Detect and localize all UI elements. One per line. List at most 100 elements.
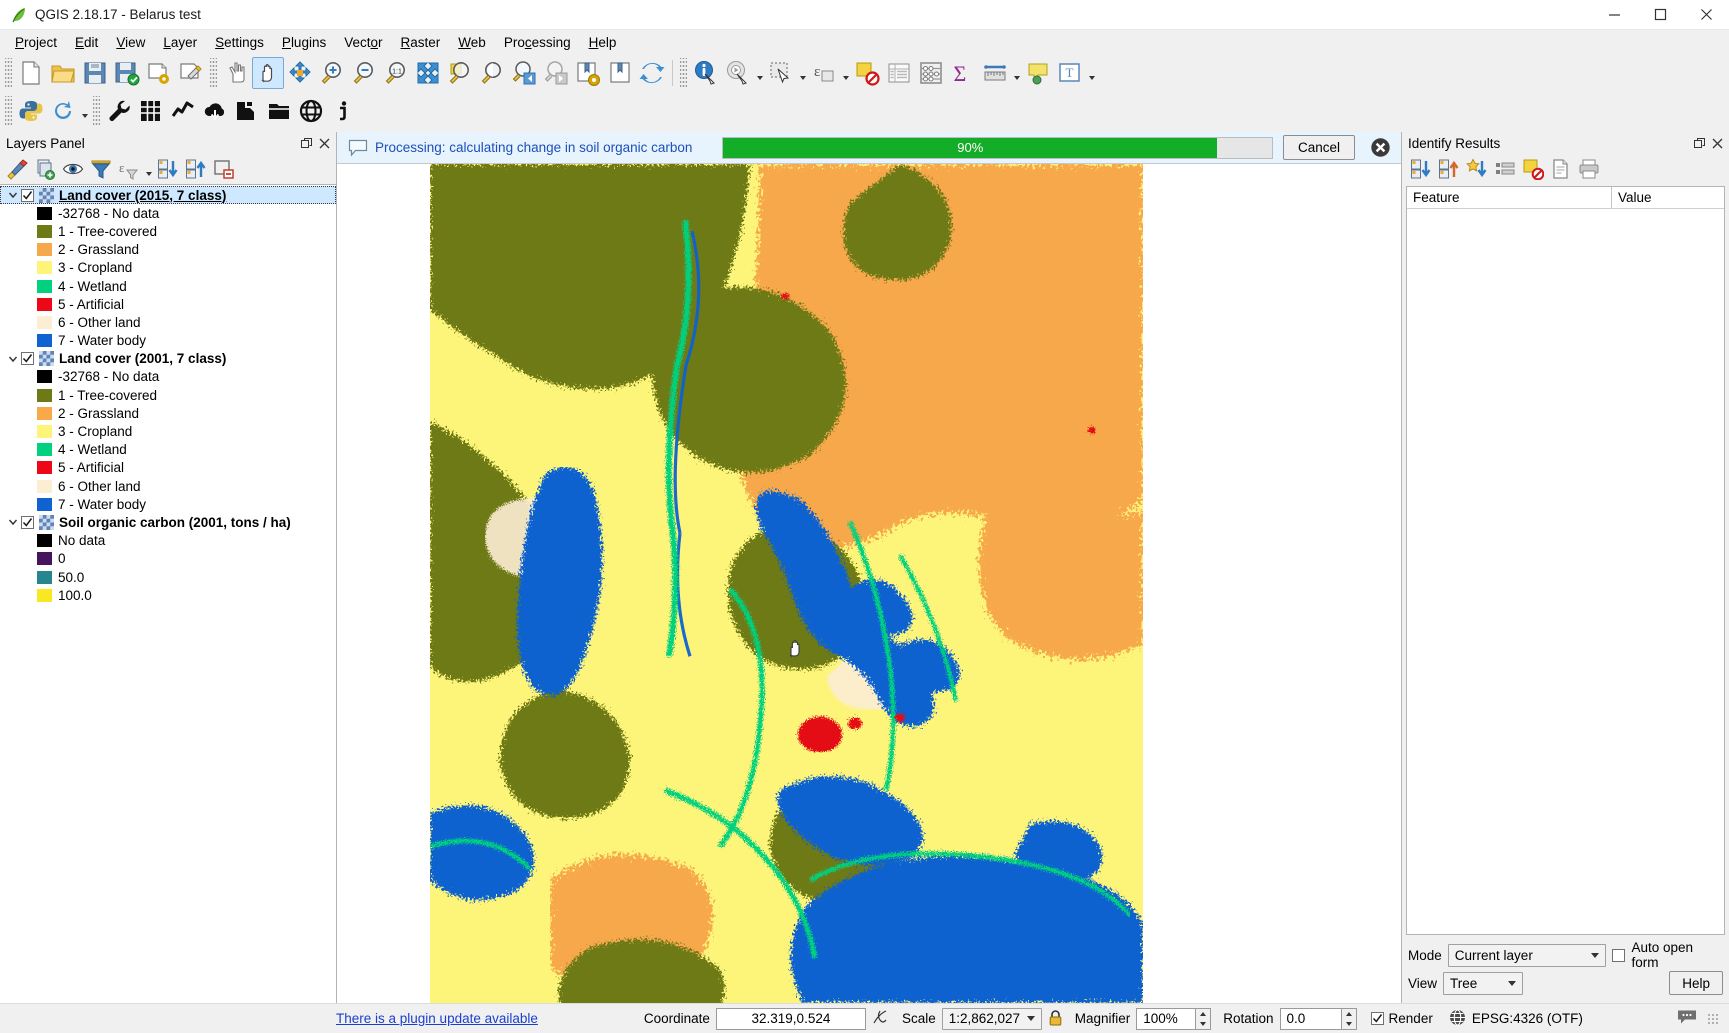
map-canvas-wrapper[interactable] bbox=[337, 164, 1401, 1003]
legend-class-row[interactable]: 6 - Other land bbox=[0, 313, 336, 331]
folder-tool-button[interactable] bbox=[263, 95, 295, 127]
identify-results-table[interactable]: Feature Value bbox=[1406, 186, 1725, 935]
zoom-to-selection-button[interactable] bbox=[444, 57, 476, 89]
zoom-in-button[interactable] bbox=[316, 57, 348, 89]
layer-row[interactable]: Land cover (2015, 7 class) bbox=[0, 186, 336, 204]
chevron-down-icon[interactable] bbox=[143, 153, 154, 185]
legend-class-row[interactable]: 100.0 bbox=[0, 586, 336, 604]
select-by-expression-button[interactable]: ε bbox=[808, 57, 840, 89]
manage-map-themes-button[interactable] bbox=[59, 156, 87, 182]
legend-class-row[interactable]: 7 - Water body bbox=[0, 332, 336, 350]
zoom-native-button[interactable]: 1:1 bbox=[380, 57, 412, 89]
layers-tree[interactable]: Land cover (2015, 7 class)-32768 - No da… bbox=[0, 184, 336, 1003]
processing-toolbox-button[interactable] bbox=[103, 95, 135, 127]
menu-project[interactable]: Project bbox=[6, 32, 66, 53]
expand-new-results-button[interactable] bbox=[1407, 156, 1435, 182]
legend-class-row[interactable]: 6 - Other land bbox=[0, 477, 336, 495]
menu-help[interactable]: Help bbox=[580, 32, 626, 53]
new-project-button[interactable] bbox=[15, 57, 47, 89]
scale-select[interactable]: 1:2,862,027 bbox=[942, 1008, 1042, 1030]
refresh-button[interactable] bbox=[636, 57, 668, 89]
legend-class-row[interactable]: -32768 - No data bbox=[0, 204, 336, 222]
filter-legend-button[interactable] bbox=[87, 156, 115, 182]
legend-class-row[interactable]: 5 - Artificial bbox=[0, 295, 336, 313]
chevron-down-icon[interactable] bbox=[1086, 57, 1097, 89]
add-group-button[interactable] bbox=[31, 156, 59, 182]
new-print-composer-button[interactable] bbox=[143, 57, 175, 89]
toolbar-grip[interactable] bbox=[93, 96, 100, 126]
open-project-button[interactable] bbox=[47, 57, 79, 89]
remove-layer-button[interactable] bbox=[210, 156, 238, 182]
minimize-button[interactable] bbox=[1591, 0, 1637, 30]
legend-class-row[interactable]: No data bbox=[0, 532, 336, 550]
zoom-out-button[interactable] bbox=[348, 57, 380, 89]
clear-results-button[interactable] bbox=[1519, 156, 1547, 182]
info-tool-button[interactable] bbox=[327, 95, 359, 127]
copy-page-icon-button[interactable] bbox=[1547, 156, 1575, 182]
legend-class-row[interactable]: 4 - Wetland bbox=[0, 277, 336, 295]
map-tips-button[interactable] bbox=[1022, 57, 1054, 89]
expand-star-icon-button[interactable] bbox=[1463, 156, 1491, 182]
collapse-tree-up-icon-button[interactable] bbox=[1435, 156, 1463, 182]
magnifier-spin-buttons[interactable] bbox=[1196, 1008, 1211, 1030]
legend-class-row[interactable]: 3 - Cropland bbox=[0, 259, 336, 277]
list-format-icon-button[interactable] bbox=[1491, 156, 1519, 182]
rotation-input[interactable]: 0.0 bbox=[1280, 1008, 1342, 1030]
statistical-summary-button[interactable]: Σ bbox=[947, 57, 979, 89]
python-console-button[interactable] bbox=[15, 95, 47, 127]
layer-visibility-checkbox[interactable] bbox=[21, 516, 34, 529]
profile-tool-button[interactable] bbox=[167, 95, 199, 127]
legend-class-row[interactable]: -32768 - No data bbox=[0, 368, 336, 386]
menu-view[interactable]: View bbox=[107, 32, 154, 53]
deselect-features-button[interactable] bbox=[851, 57, 883, 89]
legend-class-row[interactable]: 2 - Grassland bbox=[0, 404, 336, 422]
open-attribute-table-button[interactable] bbox=[883, 57, 915, 89]
raster-calculator-button[interactable] bbox=[135, 95, 167, 127]
plugin-update-link[interactable]: There is a plugin update available bbox=[336, 1011, 538, 1026]
composer-manager-button[interactable] bbox=[175, 57, 207, 89]
render-checkbox[interactable] bbox=[1371, 1012, 1384, 1025]
rotation-spin-buttons[interactable] bbox=[1342, 1008, 1357, 1030]
chevron-down-icon[interactable] bbox=[840, 57, 851, 89]
layer-visibility-checkbox[interactable] bbox=[21, 189, 34, 202]
auto-open-form-checkbox[interactable] bbox=[1612, 949, 1625, 962]
mode-select[interactable]: Current layer bbox=[1448, 944, 1607, 967]
menu-edit[interactable]: Edit bbox=[66, 32, 107, 53]
menu-settings[interactable]: Settings bbox=[206, 32, 273, 53]
messages-bubble-icon[interactable] bbox=[1677, 1009, 1697, 1028]
zoom-to-layer-button[interactable] bbox=[476, 57, 508, 89]
identify-panel-close-button[interactable] bbox=[1709, 135, 1725, 151]
column-header-feature[interactable]: Feature bbox=[1407, 187, 1612, 208]
layer-row[interactable]: Soil organic carbon (2001, tons / ha) bbox=[0, 513, 336, 531]
magnifier-input[interactable]: 100% bbox=[1136, 1008, 1196, 1030]
coordinate-input[interactable]: 32.319,0.524 bbox=[716, 1008, 866, 1030]
layer-expander-icon[interactable] bbox=[5, 350, 21, 368]
column-header-value[interactable]: Value bbox=[1612, 187, 1724, 208]
save-project-button[interactable] bbox=[79, 57, 111, 89]
collapse-all-button[interactable] bbox=[182, 156, 210, 182]
layer-visibility-checkbox[interactable] bbox=[21, 352, 34, 365]
lock-icon[interactable] bbox=[1048, 1009, 1063, 1029]
layer-expander-icon[interactable] bbox=[5, 513, 21, 531]
chevron-down-icon[interactable] bbox=[1011, 57, 1022, 89]
menu-layer[interactable]: Layer bbox=[154, 32, 206, 53]
help-button[interactable]: Help bbox=[1669, 971, 1723, 995]
identify-panel-float-button[interactable] bbox=[1691, 135, 1707, 151]
extents-toggle-icon[interactable] bbox=[872, 1008, 890, 1029]
magnifier-spin-down[interactable] bbox=[1196, 1019, 1210, 1029]
printer-icon-button[interactable] bbox=[1575, 156, 1603, 182]
chevron-down-icon[interactable] bbox=[754, 57, 765, 89]
layers-panel-close-button[interactable] bbox=[316, 135, 332, 151]
chevron-down-icon[interactable] bbox=[79, 95, 90, 127]
legend-class-row[interactable]: 3 - Cropland bbox=[0, 422, 336, 440]
layer-expander-icon[interactable] bbox=[5, 186, 21, 204]
menu-raster[interactable]: Raster bbox=[392, 32, 450, 53]
zoom-next-button[interactable] bbox=[540, 57, 572, 89]
toolbar-grip[interactable] bbox=[5, 96, 12, 126]
view-select[interactable]: Tree bbox=[1443, 972, 1523, 995]
magnifier-spin-up[interactable] bbox=[1196, 1009, 1210, 1019]
maximize-button[interactable] bbox=[1637, 0, 1683, 30]
legend-class-row[interactable]: 2 - Grassland bbox=[0, 241, 336, 259]
toolbar-grip[interactable] bbox=[5, 58, 12, 88]
layer-row[interactable]: Land cover (2001, 7 class) bbox=[0, 350, 336, 368]
